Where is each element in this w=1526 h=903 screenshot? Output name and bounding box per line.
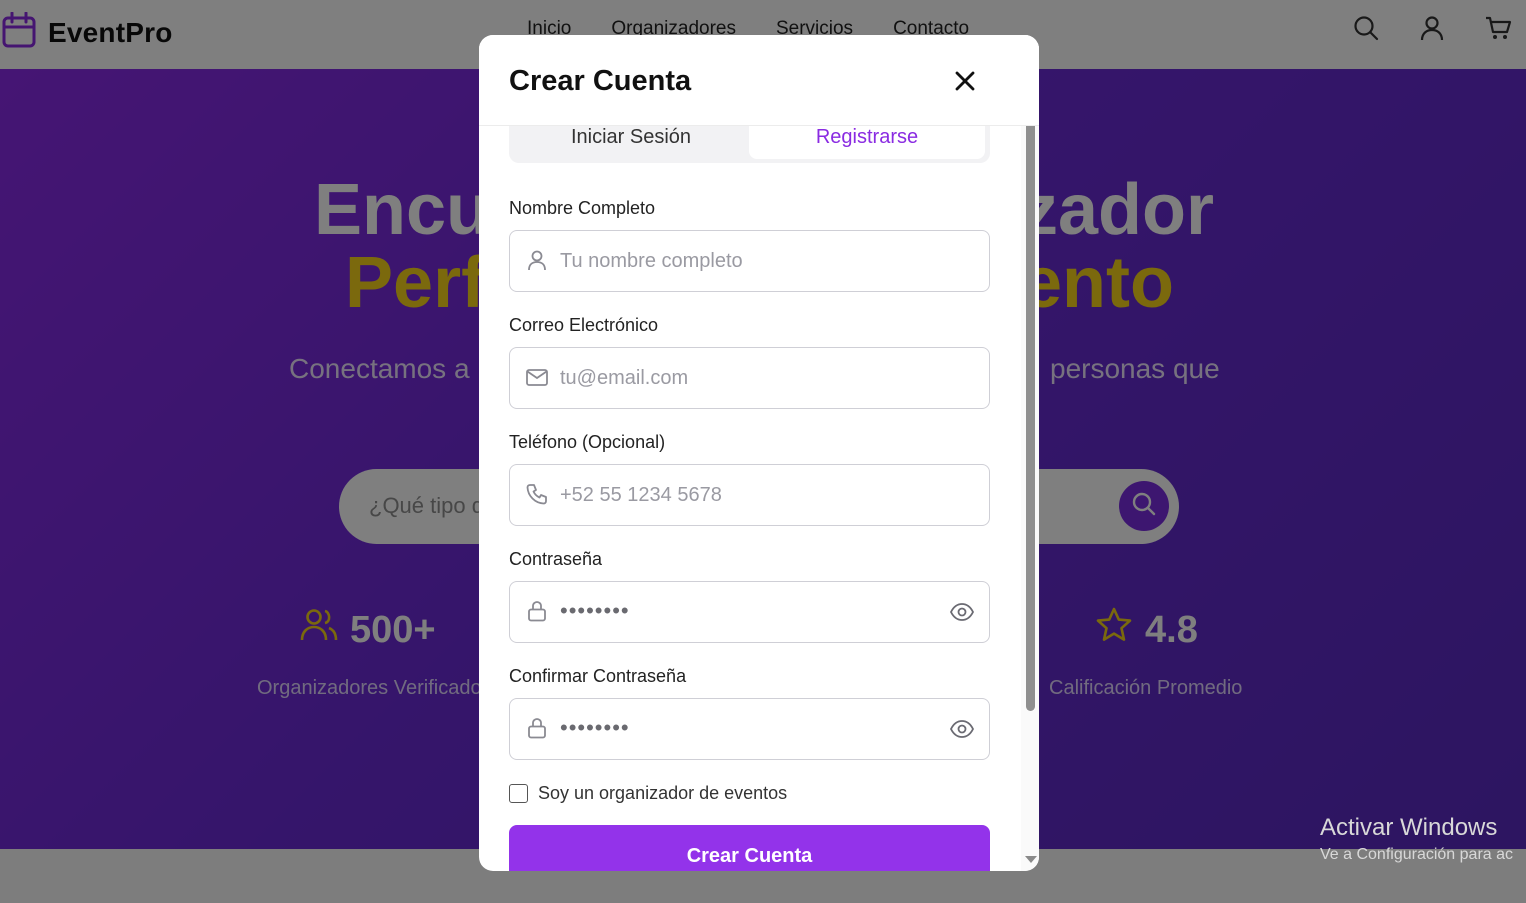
- close-icon: [951, 71, 979, 99]
- watermark-title: Activar Windows: [1320, 814, 1498, 841]
- lock-icon: [525, 599, 549, 623]
- confirm-password-field[interactable]: ••••••••: [509, 698, 990, 760]
- lock-icon: [525, 716, 549, 740]
- password-value: ••••••••: [560, 598, 630, 623]
- phone-field[interactable]: +52 55 1234 5678: [509, 464, 990, 526]
- organizer-checkbox-row: Soy un organizador de eventos: [509, 783, 787, 804]
- modal-header: Crear Cuenta: [479, 35, 1039, 126]
- signup-modal: Iniciar Sesión Registrarse Crear Cuenta …: [479, 35, 1039, 871]
- email-placeholder: tu@email.com: [560, 367, 689, 389]
- modal-title: Crear Cuenta: [509, 65, 692, 97]
- scroll-down-arrow-icon[interactable]: [1025, 856, 1037, 863]
- mail-icon: [525, 365, 549, 389]
- phone-placeholder: +52 55 1234 5678: [560, 484, 722, 506]
- confirm-password-label: Confirmar Contraseña: [509, 666, 687, 686]
- eye-icon[interactable]: [949, 599, 975, 625]
- phone-label: Teléfono (Opcional): [509, 432, 666, 452]
- confirm-password-value: ••••••••: [560, 715, 630, 740]
- create-account-button[interactable]: Crear Cuenta: [509, 825, 990, 871]
- windows-activation-watermark: Activar Windows Ve a Configuración para …: [1320, 814, 1513, 864]
- eye-icon[interactable]: [949, 716, 975, 742]
- user-icon: [525, 248, 549, 272]
- phone-icon: [525, 482, 549, 506]
- email-label: Correo Electrónico: [509, 315, 659, 335]
- organizer-checkbox[interactable]: [509, 784, 528, 803]
- password-label: Contraseña: [509, 549, 603, 569]
- password-field[interactable]: ••••••••: [509, 581, 990, 643]
- modal-scrollbar[interactable]: [1021, 35, 1039, 871]
- scroll-thumb[interactable]: [1026, 95, 1035, 711]
- organizer-checkbox-label[interactable]: Soy un organizador de eventos: [538, 783, 787, 804]
- email-field[interactable]: tu@email.com: [509, 347, 990, 409]
- name-placeholder: Tu nombre completo: [560, 250, 743, 272]
- watermark-subtitle: Ve a Configuración para ac: [1320, 846, 1514, 863]
- name-field[interactable]: Tu nombre completo: [509, 230, 990, 292]
- close-button[interactable]: [951, 67, 979, 95]
- name-label: Nombre Completo: [509, 198, 656, 218]
